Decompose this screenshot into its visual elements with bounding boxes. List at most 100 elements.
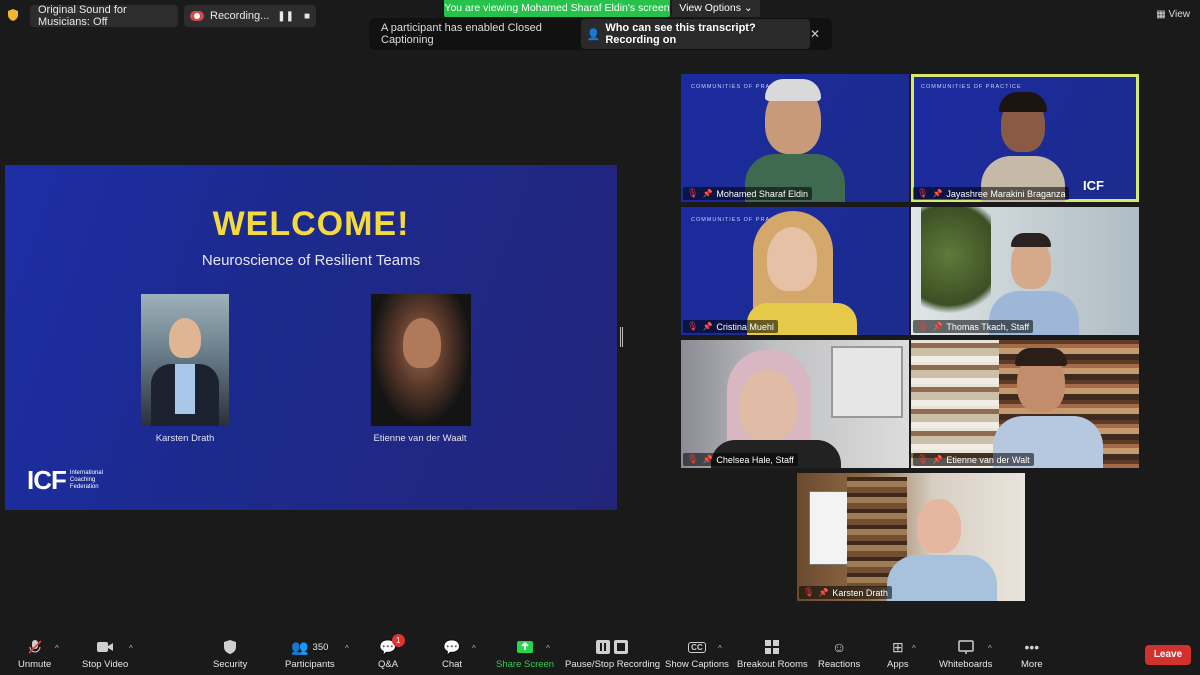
- chat-icon: 💬: [443, 638, 461, 655]
- slide-title: WELCOME!: [212, 205, 410, 243]
- reactions-label: Reactions: [818, 659, 861, 670]
- qa-button[interactable]: 💬 1 Q&A: [378, 634, 405, 670]
- recording-status: Recording... ❚❚ ■: [184, 5, 316, 27]
- video-tile-mohamed[interactable]: COMMUNITIES OF PRACTICE 🎙 📌 Mohamed Sharaf…: [681, 74, 909, 202]
- icf-logo: ICF International Coaching Federation: [27, 465, 103, 496]
- participant-nametag: 🎙 📌 Thomas Tkach, Staff: [913, 320, 1034, 333]
- viewing-screen-banner: You are viewing Mohamed Sharaf Eldin's s…: [444, 0, 670, 17]
- whiteboards-button[interactable]: Whiteboards: [939, 638, 992, 670]
- participants-label: Participants: [285, 659, 335, 670]
- cloud-recording-icon: [190, 11, 204, 21]
- icf-logo-mark: ICF: [27, 465, 67, 495]
- view-button[interactable]: ▦ View: [1156, 9, 1190, 20]
- unmute-button[interactable]: Unmute: [18, 638, 51, 670]
- captions-banner: A participant has enabled Closed Caption…: [369, 18, 832, 50]
- meeting-toolbar: Unmute ^ Stop Video ^ Security 👥 350 Par…: [0, 632, 1200, 675]
- chevron-up-icon[interactable]: ^: [912, 644, 916, 653]
- shield-icon[interactable]: [6, 8, 20, 22]
- participant-name: Chelsea Hale, Staff: [716, 454, 794, 465]
- pin-icon: 📌: [932, 455, 943, 464]
- apps-icon: ⊞: [891, 638, 904, 655]
- mic-off-icon: 🎙: [687, 454, 699, 464]
- person-info-icon: 👤: [586, 28, 601, 41]
- breakout-rooms-button[interactable]: Breakout Rooms: [737, 638, 808, 670]
- close-icon[interactable]: ✕: [810, 27, 820, 41]
- cc-icon: CC: [688, 638, 706, 656]
- original-sound-label: Original Sound for Musicians: Off: [38, 4, 127, 28]
- video-tile-karsten[interactable]: 🎙 📌 Karsten Drath: [797, 473, 1025, 601]
- share-screen-icon: [516, 638, 534, 656]
- apps-button[interactable]: ⊞ Apps: [887, 638, 909, 671]
- view-grid-icon: ▦: [1156, 9, 1166, 20]
- mic-off-icon: 🎙: [687, 188, 699, 198]
- pause-recording-icon[interactable]: ❚❚: [277, 11, 294, 22]
- whiteboards-label: Whiteboards: [939, 659, 993, 670]
- participant-name: Karsten Drath: [832, 587, 888, 598]
- chevron-up-icon[interactable]: ^: [55, 644, 59, 653]
- reactions-button[interactable]: ☺ Reactions: [818, 638, 860, 670]
- pin-icon: 📌: [932, 322, 943, 331]
- pause-stop-recording-button[interactable]: Pause/Stop Recording: [565, 638, 660, 670]
- original-sound-toggle[interactable]: Original Sound for Musicians: Off: [30, 4, 178, 28]
- video-tile-thomas[interactable]: 🎙 📌 Thomas Tkach, Staff: [911, 207, 1139, 335]
- security-label: Security: [213, 659, 248, 670]
- view-options-label: View Options: [679, 2, 741, 14]
- participant-nametag: 🎙 📌 Etienne van der Walt: [913, 453, 1034, 466]
- slide-subtitle: Neuroscience of Resilient Teams: [201, 252, 421, 269]
- chevron-up-icon[interactable]: ^: [718, 644, 722, 653]
- mic-off-icon: 🎙: [917, 454, 929, 464]
- pin-icon: 📌: [818, 588, 829, 597]
- participant-nametag: 🎙 📌 Jayashree Marakini Braganza: [913, 187, 1070, 200]
- participants-button[interactable]: 👥 350 Participants: [285, 638, 335, 671]
- who-can-see-label: Who can see this transcript? Recording o…: [605, 22, 756, 46]
- stop-recording-icon[interactable]: ■: [304, 11, 310, 22]
- apps-label: Apps: [887, 659, 909, 670]
- mic-off-icon: 🎙: [803, 587, 815, 597]
- qa-label: Q&A: [378, 659, 399, 670]
- mic-off-icon: 🎙: [917, 321, 929, 331]
- qa-badge: 1: [391, 634, 405, 647]
- chat-button[interactable]: 💬 Chat: [442, 638, 462, 671]
- video-tile-cristina[interactable]: COMMUNITIES OF PRACTICE 🎙 📌 Cristina Muehl: [681, 207, 909, 335]
- chevron-up-icon[interactable]: ^: [345, 644, 349, 653]
- breakout-rooms-label: Breakout Rooms: [737, 659, 808, 670]
- share-screen-button[interactable]: Share Screen: [496, 638, 554, 670]
- icf-logo-mark: ICF: [1083, 178, 1104, 193]
- leave-button[interactable]: Leave: [1145, 645, 1191, 665]
- video-tile-chelsea[interactable]: 🎙 📌 Chelsea Hale, Staff: [681, 340, 909, 468]
- chevron-down-icon: ⌄: [743, 2, 753, 14]
- participant-nametag: 🎙 📌 Chelsea Hale, Staff: [683, 453, 798, 466]
- who-can-see-transcript-button[interactable]: 👤 Who can see this transcript? Recording…: [580, 19, 810, 49]
- participants-icon: 👥 350: [291, 638, 329, 655]
- pause-stop-icon: [595, 638, 631, 656]
- pin-icon: 📌: [702, 322, 713, 331]
- more-button[interactable]: ••• More: [1021, 638, 1043, 670]
- view-label: View: [1168, 9, 1191, 20]
- presenter-photo-karsten: [141, 294, 229, 426]
- pin-icon: 📌: [932, 189, 943, 198]
- icf-logo-text-3: Federation: [69, 484, 99, 490]
- view-options-button[interactable]: View Options ⌄: [672, 0, 760, 17]
- participant-nametag: 🎙 📌 Mohamed Sharaf Eldin: [683, 187, 812, 200]
- security-button[interactable]: Security: [213, 638, 247, 670]
- participant-nametag: 🎙 📌 Karsten Drath: [799, 586, 892, 599]
- chevron-up-icon[interactable]: ^: [546, 644, 550, 653]
- shared-screen-slide: WELCOME! Neuroscience of Resilient Teams…: [5, 165, 617, 510]
- show-captions-button[interactable]: CC Show Captions: [665, 638, 729, 670]
- pause-stop-recording-label: Pause/Stop Recording: [565, 659, 661, 670]
- chevron-up-icon[interactable]: ^: [472, 644, 476, 653]
- chevron-up-icon[interactable]: ^: [129, 644, 133, 653]
- video-camera-icon: [96, 638, 114, 656]
- icf-logo-text-1: International: [69, 470, 103, 476]
- video-tile-jayashree[interactable]: COMMUNITIES OF PRACTICE ICF 🎙 📌 Jayashree …: [911, 74, 1139, 202]
- show-captions-label: Show Captions: [665, 659, 729, 670]
- unmute-label: Unmute: [18, 659, 52, 670]
- video-tile-etienne[interactable]: 🎙 📌 Etienne van der Walt: [911, 340, 1139, 468]
- splitter-handle[interactable]: [620, 327, 623, 347]
- chevron-up-icon[interactable]: ^: [988, 644, 992, 653]
- participant-name: Cristina Muehl: [716, 321, 774, 332]
- presenter-photo-etienne: [371, 294, 471, 426]
- stop-video-button[interactable]: Stop Video: [82, 638, 128, 670]
- presenter-caption-etienne: Etienne van der Waalt: [373, 433, 467, 444]
- breakout-rooms-icon: [764, 638, 780, 656]
